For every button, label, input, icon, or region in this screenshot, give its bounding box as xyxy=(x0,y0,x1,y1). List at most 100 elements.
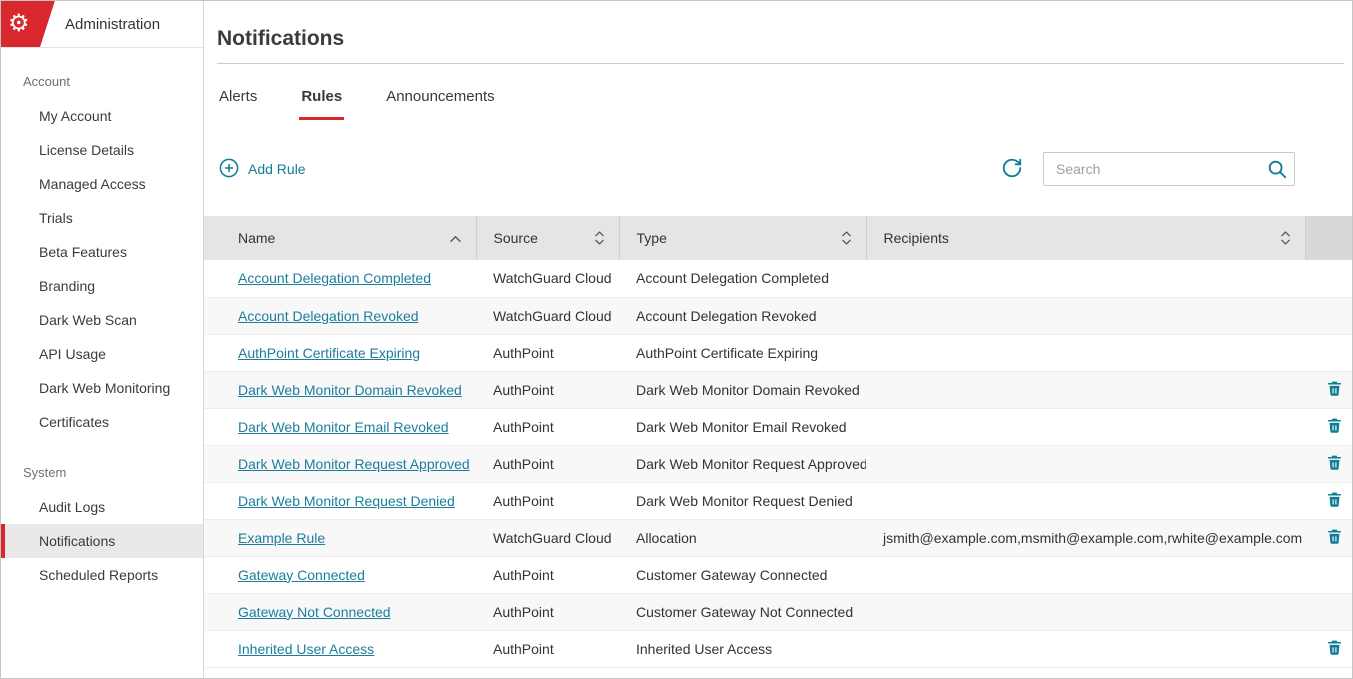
rule-actions-cell xyxy=(1305,371,1352,408)
rule-type: Dark Web Monitor Domain Revoked xyxy=(619,371,866,408)
sidebar-item-dark-web-scan[interactable]: Dark Web Scan xyxy=(1,303,203,337)
sidebar-item-api-usage[interactable]: API Usage xyxy=(1,337,203,371)
search-icon[interactable] xyxy=(1266,158,1288,183)
delete-rule-button[interactable] xyxy=(1322,377,1347,402)
sidebar-item-beta-features[interactable]: Beta Features xyxy=(1,235,203,269)
rule-name-link[interactable]: Account Delegation Completed xyxy=(238,270,431,286)
column-label: Source xyxy=(494,230,538,246)
rule-type: Dark Web Monitor Request Approved xyxy=(619,445,866,482)
column-label: Recipients xyxy=(884,230,949,246)
delete-rule-button[interactable] xyxy=(1322,636,1347,661)
rule-name-cell: AuthPoint Certificate Expiring xyxy=(204,334,476,371)
rule-source: WatchGuard Cloud xyxy=(476,519,619,556)
sidebar-item-managed-access[interactable]: Managed Access xyxy=(1,167,203,201)
table-row: Example RuleWatchGuard CloudAllocationjs… xyxy=(204,519,1352,556)
refresh-icon xyxy=(1001,157,1023,182)
trash-icon xyxy=(1326,422,1343,437)
watchguard-logo[interactable]: ⚙ xyxy=(1,1,55,48)
table-body: Account Delegation Completed WatchGuard C… xyxy=(204,260,1352,667)
column-header-type[interactable]: Type xyxy=(619,216,866,260)
rule-type: Dark Web Monitor Email Revoked xyxy=(619,408,866,445)
refresh-button[interactable] xyxy=(999,155,1025,184)
rule-recipients xyxy=(866,556,1305,593)
sidebar-item-notifications[interactable]: Notifications xyxy=(1,524,203,558)
rule-actions-cell xyxy=(1305,593,1352,630)
rule-recipients xyxy=(866,482,1305,519)
sidebar-item-my-account[interactable]: My Account xyxy=(1,99,203,133)
delete-rule-button[interactable] xyxy=(1322,525,1347,550)
rule-name-cell: Account Delegation Completed xyxy=(204,260,476,297)
rule-name-link[interactable]: Dark Web Monitor Request Approved xyxy=(238,456,470,472)
rule-name-link[interactable]: AuthPoint Certificate Expiring xyxy=(238,345,420,361)
chevron-up-down-icon xyxy=(1280,230,1291,246)
rule-name-link[interactable]: Dark Web Monitor Email Revoked xyxy=(238,419,449,435)
sidebar-section-label-account: Account xyxy=(1,48,203,99)
tab-rules[interactable]: Rules xyxy=(299,88,344,120)
table-row: Dark Web Monitor Domain RevokedAuthPoint… xyxy=(204,371,1352,408)
rule-type: Allocation xyxy=(619,519,866,556)
trash-icon xyxy=(1326,644,1343,659)
main-content: Notifications AlertsRulesAnnouncements A… xyxy=(204,1,1352,678)
sidebar-item-license-details[interactable]: License Details xyxy=(1,133,203,167)
table-row: Dark Web Monitor Request ApprovedAuthPoi… xyxy=(204,445,1352,482)
rule-source: AuthPoint xyxy=(476,371,619,408)
delete-rule-button[interactable] xyxy=(1322,414,1347,439)
rule-name-link[interactable]: Account Delegation Revoked xyxy=(238,308,419,324)
rule-name-link[interactable]: Gateway Not Connected xyxy=(238,604,391,620)
delete-rule-button[interactable] xyxy=(1322,488,1347,513)
rule-name-cell: Inherited User Access xyxy=(204,630,476,667)
column-label: Name xyxy=(238,230,275,246)
table-header-row: Name Source Type Recipients xyxy=(204,216,1352,260)
rule-name-link[interactable]: Gateway Connected xyxy=(238,567,365,583)
app-title: Administration xyxy=(65,16,160,33)
search-box xyxy=(1043,152,1295,186)
rule-source: AuthPoint xyxy=(476,593,619,630)
sidebar-item-audit-logs[interactable]: Audit Logs xyxy=(1,490,203,524)
title-divider xyxy=(217,63,1344,64)
rule-actions-cell xyxy=(1305,556,1352,593)
rule-actions-cell xyxy=(1305,297,1352,334)
sidebar-item-scheduled-reports[interactable]: Scheduled Reports xyxy=(1,558,203,592)
table-row: Gateway Not Connected AuthPointCustomer G… xyxy=(204,593,1352,630)
rule-recipients xyxy=(866,445,1305,482)
rule-name-cell: Dark Web Monitor Email Revoked xyxy=(204,408,476,445)
rule-actions-cell xyxy=(1305,445,1352,482)
column-header-name[interactable]: Name xyxy=(204,216,476,260)
plus-circle-icon xyxy=(219,158,239,181)
search-input[interactable] xyxy=(1044,153,1294,185)
sidebar-item-trials[interactable]: Trials xyxy=(1,201,203,235)
rule-recipients xyxy=(866,297,1305,334)
rule-source: WatchGuard Cloud xyxy=(476,260,619,297)
trash-icon xyxy=(1326,459,1343,474)
table-header: Name Source Type Recipients xyxy=(204,216,1352,260)
sidebar-nav: AccountMy AccountLicense DetailsManaged … xyxy=(1,48,203,678)
rule-name-cell: Gateway Not Connected xyxy=(204,593,476,630)
rule-name-link[interactable]: Dark Web Monitor Domain Revoked xyxy=(238,382,462,398)
rule-name-link[interactable]: Example Rule xyxy=(238,530,325,546)
column-header-actions xyxy=(1305,216,1352,260)
add-rule-button[interactable]: Add Rule xyxy=(217,154,308,185)
rule-type: Customer Gateway Not Connected xyxy=(619,593,866,630)
sidebar-item-dark-web-monitoring[interactable]: Dark Web Monitoring xyxy=(1,371,203,405)
rule-type: Dark Web Monitor Request Denied xyxy=(619,482,866,519)
sidebar-item-certificates[interactable]: Certificates xyxy=(1,405,203,439)
rule-recipients xyxy=(866,630,1305,667)
table-row: Account Delegation Revoked WatchGuard Clo… xyxy=(204,297,1352,334)
rule-actions-cell xyxy=(1305,519,1352,556)
rule-name-link[interactable]: Dark Web Monitor Request Denied xyxy=(238,493,455,509)
rule-type: AuthPoint Certificate Expiring xyxy=(619,334,866,371)
rule-actions-cell xyxy=(1305,408,1352,445)
rule-name-cell: Dark Web Monitor Request Approved xyxy=(204,445,476,482)
rule-name-link[interactable]: Inherited User Access xyxy=(238,641,374,657)
column-header-source[interactable]: Source xyxy=(476,216,619,260)
column-header-recipients[interactable]: Recipients xyxy=(866,216,1305,260)
tab-announcements[interactable]: Announcements xyxy=(384,88,496,120)
toolbar: Add Rule xyxy=(217,152,1295,186)
trash-icon xyxy=(1326,496,1343,511)
tab-alerts[interactable]: Alerts xyxy=(217,88,259,120)
app-window: ⚙ Administration AccountMy AccountLicens… xyxy=(0,0,1353,679)
rule-source: WatchGuard Cloud xyxy=(476,297,619,334)
sidebar-item-branding[interactable]: Branding xyxy=(1,269,203,303)
delete-rule-button[interactable] xyxy=(1322,451,1347,476)
rule-name-cell: Dark Web Monitor Request Denied xyxy=(204,482,476,519)
